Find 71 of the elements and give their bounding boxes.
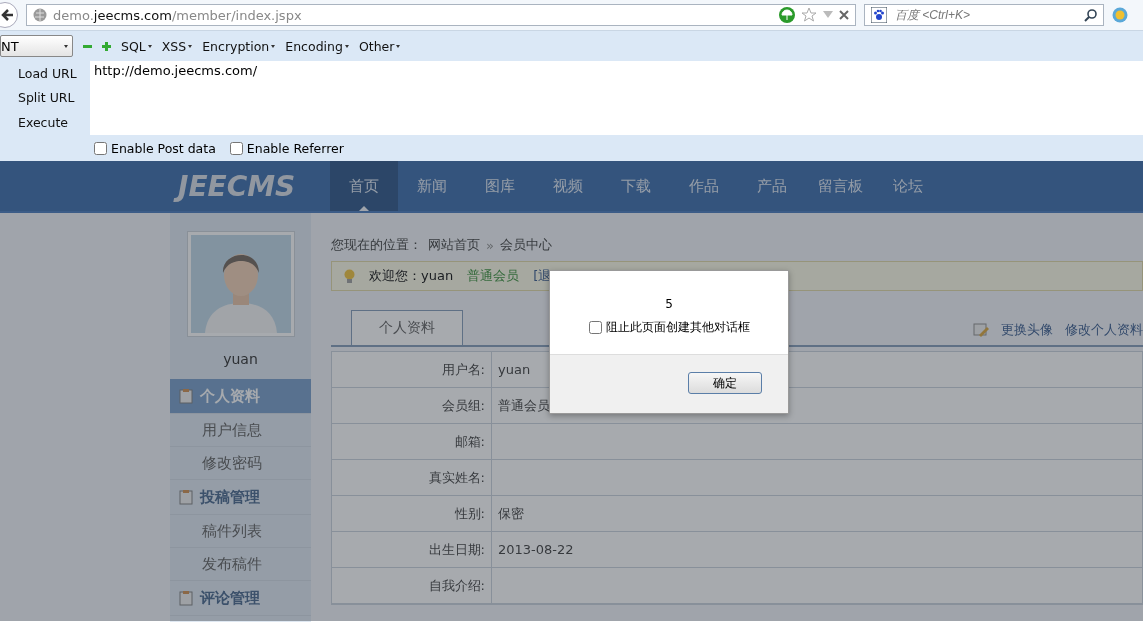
menu-item[interactable]: XSS (161, 38, 193, 54)
breadcrumb-label: 您现在的位置： (331, 236, 422, 254)
edit-icon (973, 323, 989, 337)
nav-item[interactable]: 留言板 (806, 161, 874, 211)
nav-item[interactable]: 下载 (602, 161, 670, 211)
breadcrumb-link[interactable]: 会员中心 (499, 236, 552, 254)
sidebar-section[interactable]: 投稿管理 (170, 480, 311, 515)
field-label: 出生日期: (332, 532, 492, 568)
field-label: 性别: (332, 496, 492, 532)
option-checkbox[interactable] (229, 141, 243, 155)
profile-tab[interactable]: 个人资料 (351, 310, 463, 345)
welcome-text: 欢迎您：yuan (369, 267, 454, 285)
breadcrumb-separator: » (486, 237, 494, 253)
field-value: 保密 (492, 496, 1142, 532)
sidebar-item[interactable]: 修改密码 (170, 447, 311, 480)
close-icon[interactable] (839, 10, 849, 20)
nav-item[interactable]: 产品 (738, 161, 806, 211)
logout-link[interactable]: [退 (533, 267, 552, 285)
menu-item[interactable]: Other (358, 38, 401, 54)
mode-select[interactable]: NT (0, 35, 73, 57)
clipboard-icon (178, 489, 194, 505)
search-box[interactable]: 百度 <Ctrl+K> (864, 4, 1104, 26)
member-group: 普通会员 (467, 267, 520, 285)
field-value: 2013-08-22 (492, 532, 1142, 568)
option-label: Enable Post data (111, 140, 216, 156)
sidebar-item[interactable]: 用户信息 (170, 414, 311, 447)
nav-item[interactable]: 首页 (330, 161, 398, 211)
sidebar-section[interactable]: 个人资料 (170, 379, 311, 414)
nav-item[interactable]: 视频 (534, 161, 602, 211)
field-label: 真实姓名: (332, 460, 492, 496)
field-label: 用户名: (332, 352, 492, 388)
paw-icon[interactable] (871, 7, 887, 23)
action-button[interactable]: Load URL (0, 62, 77, 85)
field-label: 自我介绍: (332, 568, 492, 604)
star-icon[interactable] (801, 7, 817, 23)
action-button[interactable]: Split URL (0, 87, 75, 109)
search-icon[interactable] (1084, 8, 1097, 22)
site-logo: JEECMS (0, 161, 330, 211)
badge-icon[interactable] (1112, 7, 1128, 23)
option-label: Enable Referrer (246, 140, 344, 156)
clipboard-icon (178, 388, 194, 404)
nav-item[interactable]: 论坛 (874, 161, 942, 211)
sidebar-item[interactable]: 稿件列表 (170, 515, 311, 548)
menu-item[interactable]: Encryption (202, 38, 276, 54)
back-arrow-icon (1, 8, 15, 22)
clipboard-icon (178, 590, 194, 606)
field-label: 邮箱: (332, 424, 492, 460)
lightbulb-icon (344, 268, 355, 284)
url-textarea[interactable]: http://demo.jeecms.com/ (90, 61, 1143, 135)
sidebar-section[interactable]: 评论管理 (170, 581, 311, 616)
sidebar-item[interactable]: 发布稿件 (170, 548, 311, 581)
profile-link[interactable]: 更换头像 (1001, 321, 1053, 339)
option-checkbox[interactable] (94, 141, 107, 155)
globe-icon (33, 8, 47, 22)
menu-item[interactable]: Encoding (285, 38, 349, 54)
umbrella-icon[interactable] (779, 7, 795, 23)
profile-link[interactable]: 修改个人资料 (1065, 321, 1143, 339)
nav-item[interactable]: 作品 (670, 161, 738, 211)
nav-item[interactable]: 图库 (466, 161, 534, 211)
action-button[interactable]: Execute (0, 111, 68, 134)
dialog-message: 5 (665, 297, 673, 311)
menu-item[interactable]: SQL (121, 38, 152, 54)
dialog-checkbox[interactable] (588, 321, 602, 334)
field-label: 会员组: (332, 388, 492, 424)
breadcrumb-link[interactable]: 网站首页 (428, 236, 480, 254)
plus-icon[interactable] (102, 41, 111, 51)
nav-item[interactable]: 新闻 (398, 161, 466, 211)
username: yuan (222, 351, 259, 367)
ok-button[interactable]: 确定 (688, 372, 762, 394)
address-field[interactable]: demo.jeecms.com/member/index.jspx (26, 4, 856, 26)
dialog-checkbox-label: 阻止此页面创建其他对话框 (605, 319, 750, 336)
